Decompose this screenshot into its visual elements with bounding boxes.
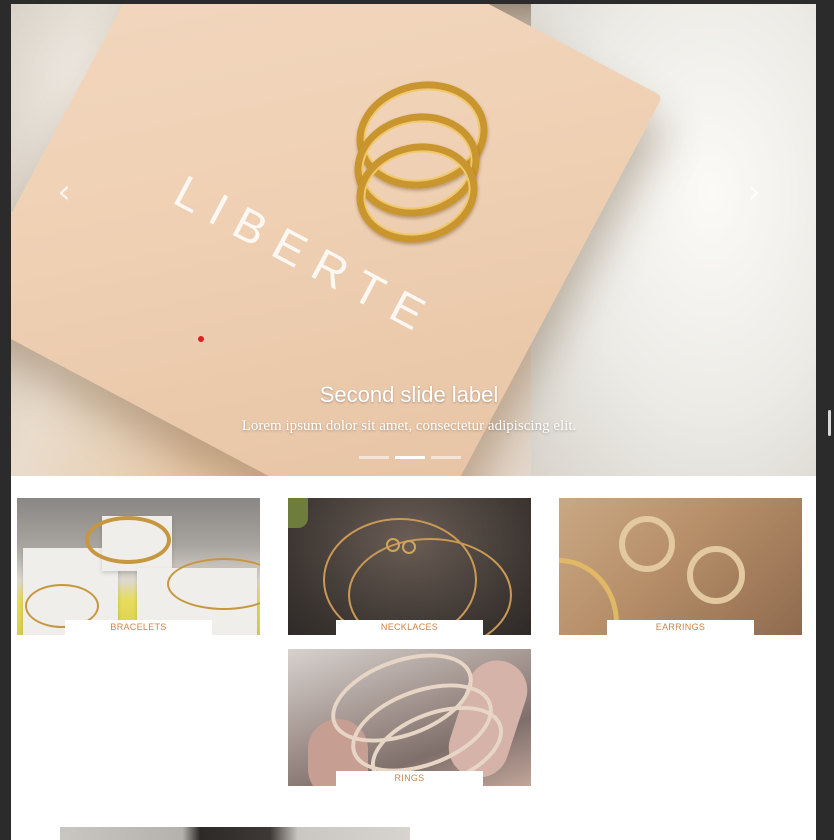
- carousel-indicator-2[interactable]: [395, 456, 425, 459]
- carousel-indicator-3[interactable]: [431, 456, 461, 459]
- bracelets-image: [17, 498, 260, 635]
- caption-text: Lorem ipsum dolor sit amet, consectetur …: [241, 418, 577, 434]
- carousel-indicator-1[interactable]: [359, 456, 389, 459]
- carousel-caption: Second slide label Lorem ipsum dolor sit…: [11, 380, 807, 438]
- rings-image: [288, 649, 531, 786]
- category-necklaces[interactable]: NECKLACES: [288, 498, 531, 635]
- carousel-indicators: [359, 456, 461, 460]
- page: LIBERTE ‹ › Second slide label Lorem ips…: [11, 4, 816, 840]
- scrollbar-thumb[interactable]: [828, 410, 831, 436]
- category-rings[interactable]: RINGS: [288, 649, 531, 786]
- category-earrings[interactable]: EARRINGS: [559, 498, 802, 635]
- category-label: EARRINGS: [607, 620, 754, 635]
- necklaces-image: [288, 498, 531, 635]
- earrings-image: [559, 498, 802, 635]
- carousel-prev-icon[interactable]: ‹: [49, 172, 79, 212]
- next-section-image: [60, 827, 410, 840]
- category-label: BRACELETS: [65, 620, 212, 635]
- category-bracelets[interactable]: BRACELETS: [17, 498, 260, 635]
- carousel-next-icon[interactable]: ›: [739, 172, 769, 212]
- category-label: NECKLACES: [336, 620, 483, 635]
- cursor-dot: [198, 336, 204, 342]
- hero-carousel[interactable]: LIBERTE ‹ › Second slide label Lorem ips…: [11, 4, 816, 476]
- category-label: RINGS: [336, 771, 483, 786]
- caption-title: Second slide label: [319, 382, 499, 407]
